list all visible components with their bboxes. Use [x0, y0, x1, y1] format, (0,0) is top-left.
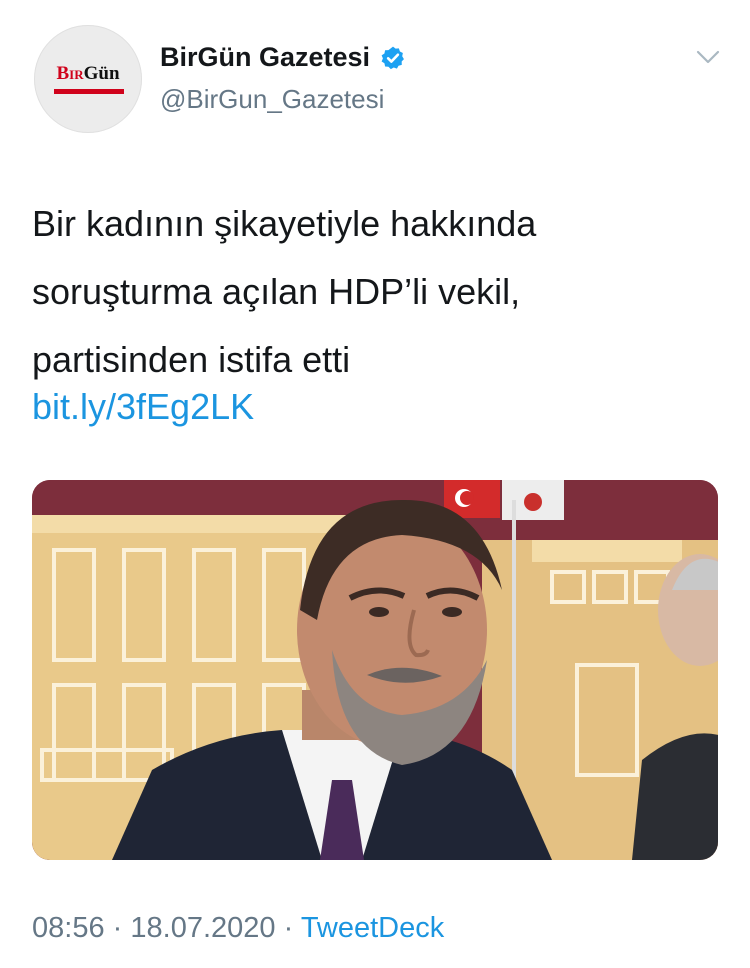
- avatar[interactable]: BirGün: [34, 25, 142, 133]
- tweet-text: Bir kadının şikayetiyle hakkında soruştu…: [32, 203, 537, 380]
- chevron-down-icon[interactable]: [696, 48, 720, 66]
- tweet-header: BirGün BirGün Gazetesi @BirGun_Gazetesi: [0, 0, 750, 150]
- author-name-row[interactable]: BirGün Gazetesi: [160, 42, 406, 73]
- avatar-logo-gun: Gün: [83, 63, 120, 84]
- meta-separator: ·: [283, 912, 294, 944]
- tweet-meta: 08:56 · 18.07.2020 · TweetDeck: [32, 912, 444, 945]
- meta-separator: ·: [112, 912, 123, 944]
- tweet-source[interactable]: TweetDeck: [301, 912, 444, 944]
- tweet-photo[interactable]: [32, 480, 718, 860]
- tweet-link[interactable]: bit.ly/3fEg2LK: [32, 386, 254, 428]
- author-name[interactable]: BirGün Gazetesi: [160, 42, 370, 73]
- avatar-logo-bir: Bir: [56, 63, 84, 84]
- avatar-logo-underline: [54, 89, 124, 94]
- tweet-date[interactable]: 18.07.2020: [130, 912, 275, 944]
- author-handle[interactable]: @BirGun_Gazetesi: [160, 84, 384, 115]
- verified-badge-icon: [381, 46, 405, 69]
- avatar-logo: BirGün: [34, 63, 142, 85]
- photo-illustration: [32, 480, 718, 860]
- tweet-time[interactable]: 08:56: [32, 912, 105, 944]
